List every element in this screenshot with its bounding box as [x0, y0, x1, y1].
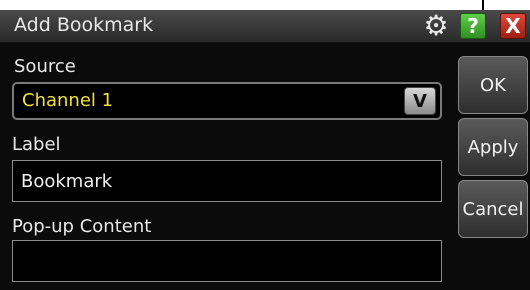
label-input-value: Bookmark: [21, 171, 113, 192]
title-bar: Add Bookmark ⚙ ? X: [0, 9, 530, 43]
add-bookmark-dialog: Add Bookmark ⚙ ? X Source Channel 1 V La…: [0, 9, 530, 290]
source-value: Channel 1: [22, 90, 114, 111]
gear-icon[interactable]: ⚙: [423, 9, 448, 42]
ok-button[interactable]: OK: [458, 56, 528, 114]
cancel-button[interactable]: Cancel: [458, 180, 528, 238]
popup-content-label: Pop-up Content: [12, 216, 152, 237]
help-icon[interactable]: ?: [460, 13, 486, 39]
label-input[interactable]: Bookmark: [12, 160, 442, 202]
label-field-label: Label: [12, 134, 61, 155]
apply-button[interactable]: Apply: [458, 118, 528, 176]
top-edge-marker: [482, 0, 484, 10]
source-dropdown[interactable]: Channel 1 V: [12, 82, 442, 120]
popup-content-input[interactable]: [12, 240, 442, 282]
dialog-title: Add Bookmark: [14, 14, 154, 36]
chevron-down-icon[interactable]: V: [404, 87, 436, 115]
close-icon[interactable]: X: [500, 13, 526, 39]
source-label: Source: [14, 56, 76, 77]
